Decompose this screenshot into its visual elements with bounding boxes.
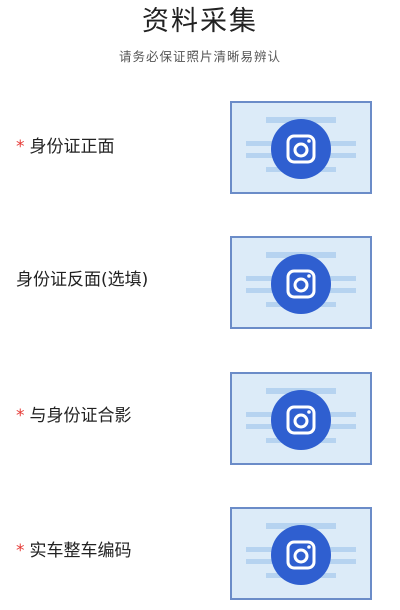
camera-icon [246, 252, 356, 314]
required-mark: * [16, 541, 25, 561]
camera-icon [246, 523, 356, 585]
required-mark: * [16, 137, 25, 157]
upload-row-id-front: * 身份证正面 [0, 100, 400, 195]
camera-icon [246, 388, 356, 450]
required-mark: * [16, 406, 25, 426]
upload-button-selfie-with-id[interactable] [230, 372, 372, 465]
page-title: 资料采集 [142, 6, 258, 37]
upload-button-id-front[interactable] [230, 101, 372, 194]
upload-label-text: 与身份证合影 [29, 406, 132, 426]
data-collection-page: 资料采集 请务必保证照片清晰易辨认 * 身份证正面 身份证反面(选填) * 与身… [0, 0, 400, 610]
upload-label-text: 身份证反面(选填) [16, 270, 149, 290]
upload-label-selfie-with-id: * 与身份证合影 [16, 401, 196, 431]
upload-button-vehicle-code[interactable] [230, 507, 372, 600]
upload-label-text: 实车整车编码 [29, 541, 132, 561]
upload-label-id-back: 身份证反面(选填) [16, 265, 151, 295]
upload-button-id-back[interactable] [230, 236, 372, 329]
upload-row-selfie-with-id: * 与身份证合影 [0, 371, 400, 466]
page-subtitle: 请务必保证照片清晰易辨认 [118, 49, 281, 64]
camera-icon [246, 117, 356, 179]
upload-label-text: 身份证正面 [29, 137, 115, 157]
upload-row-vehicle-code: * 实车整车编码 [0, 506, 400, 601]
upload-row-id-back: 身份证反面(选填) [0, 235, 400, 330]
upload-label-id-front: * 身份证正面 [16, 132, 196, 162]
upload-label-vehicle-code: * 实车整车编码 [16, 536, 196, 566]
